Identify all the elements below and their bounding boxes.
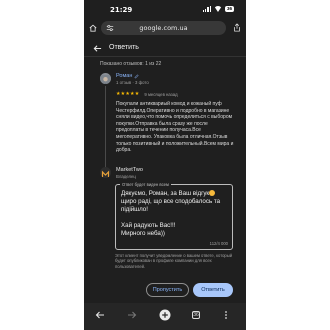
nav-menu[interactable] xyxy=(220,309,232,321)
tabs-icon: 36 xyxy=(192,311,200,319)
signal-icon xyxy=(202,6,211,12)
back-arrow-icon[interactable] xyxy=(93,44,102,53)
review-text: Покупали антиквариый комод и кожаный пуф… xyxy=(116,101,234,154)
emoji-icon xyxy=(209,190,216,196)
address-bar[interactable]: google.com.ua xyxy=(101,21,226,35)
browser-toolbar: google.com.ua xyxy=(84,21,246,35)
reviewer-meta: 1 отзыв · 3 фото xyxy=(116,80,149,85)
status-bar: 21:29 36 xyxy=(84,0,246,20)
nav-tabs[interactable]: 36 xyxy=(190,309,202,321)
reviewer-name[interactable]: Роман xyxy=(116,73,139,79)
menu-icon xyxy=(225,311,227,319)
char-counter: 112/4 000 xyxy=(209,241,228,246)
battery-badge: 36 xyxy=(224,6,234,12)
home-icon[interactable] xyxy=(89,24,97,32)
reviewer-name-text[interactable]: Роман xyxy=(116,73,132,79)
back-arrow-icon xyxy=(95,311,104,319)
reply-legend: Ответ будет виден всем xyxy=(120,182,171,187)
bottom-nav: 36 xyxy=(84,303,246,330)
star-icon: ★ xyxy=(134,91,140,97)
reply-line-4: Мирного неба)) xyxy=(121,230,165,237)
owner-logo xyxy=(100,169,111,178)
rating-row: ★ ★ ★ ★ ★ 9 месяцев назад xyxy=(116,91,178,98)
owner-avatar xyxy=(100,167,111,178)
nav-forward[interactable] xyxy=(126,309,138,321)
thread-line xyxy=(105,86,106,169)
reply-line-3: Хай радують Вас!!! xyxy=(121,222,176,229)
nav-new-tab[interactable] xyxy=(159,309,171,321)
reviews-count: Показано отзывов: 1 из 22 xyxy=(100,61,162,67)
review-time: 9 месяцев назад xyxy=(144,92,178,97)
reply-textarea[interactable]: Ответ будет виден всем Дякуємо, Роман, з… xyxy=(115,182,233,250)
reviewer-avatar[interactable] xyxy=(100,73,111,84)
edit-icon xyxy=(135,73,139,78)
share-icon[interactable] xyxy=(233,23,241,32)
phone-screen: 21:29 36 google.com.ua Ответить Показано… xyxy=(84,0,246,330)
avatar-photo xyxy=(100,75,111,84)
reply-text[interactable]: Дякуємо, Роман, за Ваш відгук щиро раді,… xyxy=(121,190,229,238)
skip-button[interactable]: Пропустить xyxy=(146,283,189,297)
page-title: Ответить xyxy=(109,44,139,51)
submit-reply-button[interactable]: Ответить xyxy=(193,283,233,297)
forward-icon xyxy=(128,311,137,319)
reply-line-2: щиро раді, що все сподобалось та підійшл… xyxy=(121,198,221,213)
status-icons: 36 xyxy=(202,6,234,12)
owner-name: MarketTwo xyxy=(116,167,143,173)
wifi-icon xyxy=(214,6,222,12)
reply-line-1: Дякуємо, Роман, за Ваш відгук xyxy=(121,190,210,197)
status-time: 21:29 xyxy=(110,6,133,14)
owner-role: Владелец xyxy=(116,174,136,179)
url-text[interactable]: google.com.ua xyxy=(101,24,226,32)
header-divider xyxy=(84,56,246,57)
nav-back[interactable] xyxy=(94,309,106,321)
reply-notice: Этот клиент получит уведомление о вашем … xyxy=(115,253,233,269)
new-tab-icon xyxy=(159,309,171,321)
